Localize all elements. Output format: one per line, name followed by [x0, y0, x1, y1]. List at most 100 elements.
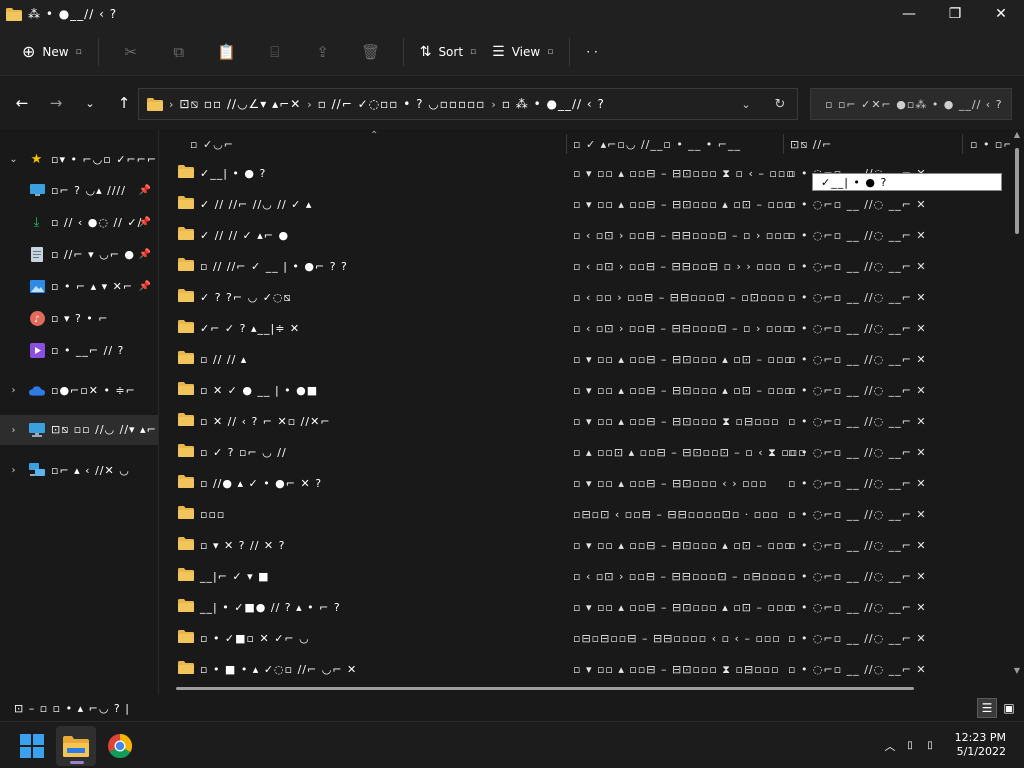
file-name: ▫ ✓ ? ▫⌐ ◡ ∕∕: [200, 446, 287, 459]
rename-icon[interactable]: ⌸: [259, 36, 291, 68]
address-dropdown-button[interactable]: ⌄: [729, 89, 763, 119]
back-button[interactable]: ←: [8, 89, 36, 117]
chrome-taskbar-button[interactable]: [100, 726, 140, 766]
folder-icon: [178, 289, 194, 302]
delete-icon[interactable]: 🗑: [355, 36, 387, 68]
horizontal-scrollbar[interactable]: [176, 687, 914, 690]
tiles-view-icon[interactable]: ▣: [999, 698, 1019, 718]
nav-item-this-pc[interactable]: › ⊡⧅ ▫▫ ∕∕◡ ∕∕▾ ▴⌐: [0, 415, 158, 445]
nav-item-documents[interactable]: ▫ ∕∕⌐ ▾ ◡⌐ ● 📌: [0, 239, 158, 269]
nav-item-network[interactable]: › ▫⌐ ▴ ‹ ∕∕✕ ◡: [0, 455, 158, 485]
nav-item-label: ▫ ∕∕⌐ ▾ ◡⌐ ●: [51, 247, 136, 261]
clock[interactable]: 12:23 PM 5/1/2022: [955, 731, 1006, 759]
share-icon[interactable]: ⇪: [307, 36, 339, 68]
cut-icon[interactable]: ✂: [115, 36, 147, 68]
column-header-type[interactable]: ⊡⧅ ∕∕⌐: [790, 138, 832, 152]
chevron-right-icon[interactable]: ›: [7, 425, 21, 436]
file-row[interactable]: ✓ ∕∕ ∕∕ ✓ ▴⌐ ● ▫ ‹ ▫⊡ › ▫▫⊟ – ⊟⊟▫▫▫⊡ – ▫ …: [160, 220, 926, 251]
chevron-right-icon[interactable]: ›: [7, 385, 21, 396]
nav-item-music[interactable]: ♪ ▫ ▾ ? • ⌐: [0, 303, 158, 333]
breadcrumb-item[interactable]: ▫ ⁂ • ●__∕∕ ‹ ?: [502, 97, 605, 111]
file-row[interactable]: ✓ ∕∕ ∕∕⌐ ∕∕◡ ∕∕ ✓ ▴ ▫ ▾ ▫▫ ▴ ▫▫⊟ – ⊟⊡▫▫▫ …: [160, 189, 926, 220]
file-date-modified: ▫ ▾ ▫▫ ▴ ▫▫⊟ – ⊟⊡▫▫▫ ⧗ ▫⊟▫▫▫: [573, 415, 780, 428]
file-date-modified: ▫ ‹ ▫⊡ › ▫▫⊟ – ⊟⊟▫▫▫⊡ – ▫ › ▫▫▫: [573, 229, 792, 242]
nav-item-pictures[interactable]: ▫ • ⌐ ▴ ▾ ✕⌐ 📌: [0, 271, 158, 301]
column-separator[interactable]: [783, 134, 784, 154]
file-row[interactable]: ▫ ✓ ? ▫⌐ ◡ ∕∕ ▫ ▴ ▫▫⊡ ▴ ▫▫⊟ – ⊟⊡▫▫⊡ – ▫ ‹…: [160, 437, 926, 468]
scrollbar-thumb[interactable]: [1015, 148, 1019, 234]
sort-button[interactable]: ⇅ Sort ▫: [412, 36, 484, 68]
file-row[interactable]: ✓⌐ ✓ ? ▴__|≑ ✕ ▫ ‹ ▫⊡ › ▫▫⊟ – ⊟⊟▫▫▫⊡ – ▫ …: [160, 313, 926, 344]
file-type: ▫ • ◌⌐▫ __ ∕∕◌ __⌐ ✕: [788, 384, 927, 397]
file-date-modified: ▫ ▾ ▫▫ ▴ ▫▫⊟ – ⊟⊡▫▫▫ ▴ ▫⊡ – ▫▫▫: [573, 539, 793, 552]
pin-icon: 📌: [138, 184, 152, 196]
svg-text:♪: ♪: [34, 315, 41, 325]
up-button[interactable]: ↑: [110, 89, 138, 117]
search-input[interactable]: ▫ ▫⌐ ✓✕⌐ ●▫⁂ • ● __∕∕ ‹ ?: [810, 88, 1012, 120]
file-row[interactable]: ▫ ✕ ✓ ● __ | • ●■ ▫ ▾ ▫▫ ▴ ▫▫⊟ – ⊟⊡▫▫▫ ▴ …: [160, 375, 926, 406]
nav-item-quick-access[interactable]: ⌄ ★ ▫▾ • ⌐◡▫ ✓⌐⌐⌐: [0, 144, 158, 174]
file-row[interactable]: __| • ✓■● ∕∕ ? ▴ • ⌐ ? ▫ ▾ ▫▫ ▴ ▫▫⊟ – ⊟⊡▫…: [160, 592, 926, 623]
file-row[interactable]: ▫ ∕∕ ∕∕ ▴ ▫ ▾ ▫▫ ▴ ▫▫⊟ – ⊟⊡▫▫▫ ▴ ▫⊡ – ▫▫▫…: [160, 344, 926, 375]
forward-button[interactable]: →: [42, 89, 70, 117]
chevron-right-icon[interactable]: ›: [7, 465, 21, 476]
show-hidden-icons-icon[interactable]: ︿: [880, 738, 900, 754]
file-type: ▫ • ◌⌐▫ __ ∕∕◌ __⌐ ✕: [788, 229, 927, 242]
folder-icon: [178, 537, 194, 550]
network-status-icon[interactable]: ▯: [900, 740, 920, 751]
new-button[interactable]: ⊕ New ▫: [14, 36, 90, 68]
column-separator[interactable]: [962, 134, 963, 154]
scroll-up-icon[interactable]: ▲: [1011, 130, 1023, 139]
file-row[interactable]: ✓__| • ● ? ▫ ▾ ▫▫ ▴ ▫▫⊟ – ⊟⊡▫▫▫ ⧗ ▫ ‹ – ▫…: [160, 158, 926, 189]
column-separator[interactable]: [566, 134, 567, 154]
details-view-icon[interactable]: ☰: [977, 698, 997, 718]
close-button[interactable]: ✕: [978, 0, 1024, 28]
start-button[interactable]: [12, 726, 52, 766]
star-icon: ★: [30, 151, 44, 167]
file-row[interactable]: ▫ ✕ ∕∕ ‹ ? ⌐ ✕▫ ∕∕✕⌐ ▫ ▾ ▫▫ ▴ ▫▫⊟ – ⊟⊡▫▫▫…: [160, 406, 926, 437]
network-icon: [29, 462, 45, 478]
separator: [569, 37, 571, 66]
scroll-down-icon[interactable]: ▼: [1011, 666, 1023, 675]
file-row[interactable]: ▫ • ■ • ▴ ✓◌▫ ∕∕⌐ ◡⌐ ✕ ▫ ▾ ▫▫ ▴ ▫▫⊟ – ⊟⊡▫…: [160, 654, 926, 685]
nav-item-desktop[interactable]: ▫⌐ ? ◡▴ ∕∕∕∕ 📌: [0, 175, 158, 205]
file-explorer-icon: [63, 735, 89, 757]
file-name: ✓ ? ?⌐ ◡ ✓◌⧅: [200, 291, 292, 304]
pane-divider[interactable]: [158, 130, 159, 695]
file-row[interactable]: __|⌐ ✓ ▾ ■ ▫ ‹ ▫⊡ › ▫▫⊟ – ⊟⊟▫▫▫⊡ – ▫⊟▫▫▫ ▫…: [160, 561, 926, 592]
folder-icon: [6, 7, 22, 21]
file-row[interactable]: ✓ ? ?⌐ ◡ ✓◌⧅ ▫ ‹ ▫▫ › ▫▫⊟ – ⊟⊟▫▫▫⊡ – ▫⊡▫▫…: [160, 282, 926, 313]
chevron-down-icon: ▫: [75, 46, 82, 57]
active-indicator: [70, 761, 84, 764]
paste-icon[interactable]: 📋: [211, 36, 243, 68]
file-type: ▫ • ◌⌐▫ __ ∕∕◌ __⌐ ✕: [788, 415, 927, 428]
volume-icon[interactable]: ▯: [920, 740, 940, 751]
file-row[interactable]: ▫ • ✓■▫ ✕ ✓⌐ ◡ ▫⊟▫⊟▫▫⊟ – ⊟⊟▫▫▫▫ ‹ ▫ ‹ – ▫…: [160, 623, 926, 654]
minimize-button[interactable]: —: [886, 0, 932, 28]
nav-item-videos[interactable]: ▫ • __⌐ ∕∕ ?: [0, 335, 158, 365]
maximize-button[interactable]: ❐: [932, 0, 978, 28]
view-button[interactable]: ☰ View ▫: [484, 36, 561, 68]
file-row[interactable]: ▫ ▾ ✕ ? ∕∕ ✕ ? ▫ ▾ ▫▫ ▴ ▫▫⊟ – ⊟⊡▫▫▫ ▴ ▫⊡ …: [160, 530, 926, 561]
copy-icon[interactable]: ⧉: [163, 36, 195, 68]
file-row[interactable]: ▫▫▫ ▫⊟▫⊡ ‹ ▫▫⊟ – ⊟⊟▫▫▫▫⊡▫ · ▫▫▫ ▫ • ◌⌐▫ __…: [160, 499, 926, 530]
breadcrumb-item[interactable]: ▫ ∕∕⌐ ✓◌▫▫ • ? ◡▫▫▫▫▫: [318, 97, 486, 111]
nav-item-onedrive[interactable]: › ▫●⌐▫✕ • ≑⌐: [0, 375, 158, 405]
file-row[interactable]: ▫ ∕∕● ▴ ✓ • ●⌐ ✕ ? ▫ ▾ ▫▫ ▴ ▫▫⊟ – ⊟⊡▫▫▫ ‹…: [160, 468, 926, 499]
breadcrumb-item[interactable]: ⊡⧅ ▫▫ ∕∕◡∠▾ ▴⌐✕: [179, 97, 301, 112]
recent-locations-button[interactable]: ⌄: [76, 89, 104, 117]
column-header-date[interactable]: ▫ ✓ ▴⌐▫◡ ∕∕__▫ • __ • ⌐__: [573, 138, 741, 151]
chevron-down-icon[interactable]: ⌄: [7, 154, 21, 165]
vertical-scrollbar[interactable]: ▲ ▼: [1011, 130, 1023, 685]
folder-icon: [178, 444, 194, 457]
address-bar[interactable]: › ⊡⧅ ▫▫ ∕∕◡∠▾ ▴⌐✕ › ▫ ∕∕⌐ ✓◌▫▫ • ? ◡▫▫▫▫…: [138, 88, 798, 120]
refresh-button[interactable]: ↻: [763, 89, 797, 119]
column-header-name[interactable]: ▫ ✓◡⌐: [190, 138, 234, 151]
nav-item-downloads[interactable]: ⤓ ▫ ∕∕ ‹ ●◌ ∕∕ ✓∕ 📌: [0, 207, 158, 237]
file-type: ▫ • ◌⌐▫ __ ∕∕◌ __⌐ ✕: [788, 322, 927, 335]
more-options-button[interactable]: · ·: [578, 36, 605, 68]
status-bar: ⊡ – ▫ ▫ • ▴ ⌐◡ ? |: [0, 695, 1024, 721]
file-row[interactable]: ▫ ∕∕ ∕∕⌐ ✓ __ | • ●⌐ ? ? ▫ ‹ ▫⊡ › ▫▫⊟ – ⊟…: [160, 251, 926, 282]
column-header-size[interactable]: ▫ • ▫⌐: [970, 138, 1010, 151]
file-explorer-taskbar-button[interactable]: [56, 726, 96, 766]
